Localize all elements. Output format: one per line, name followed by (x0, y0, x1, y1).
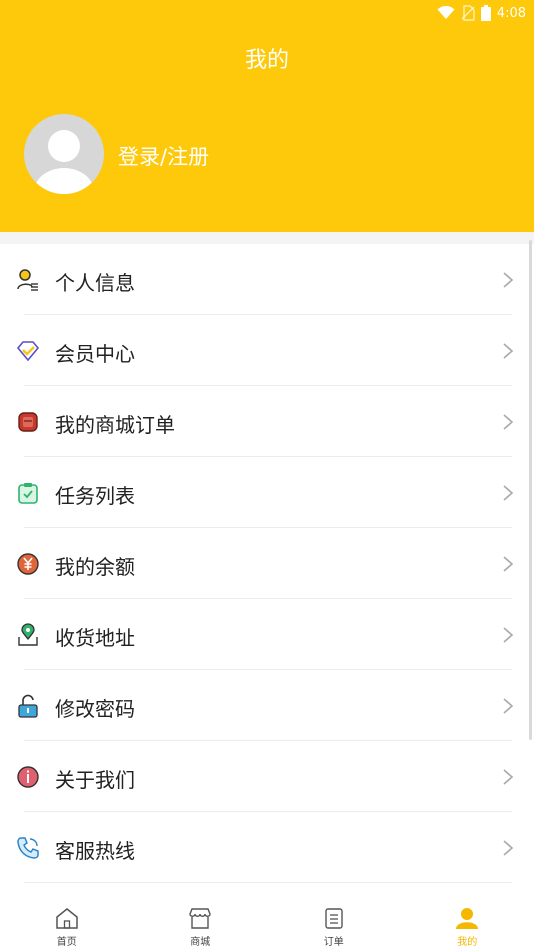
menu-item-about-us[interactable]: 关于我们 (0, 741, 534, 812)
menu-item-personal-info[interactable]: 个人信息 (0, 244, 534, 315)
chevron-right-icon (503, 840, 514, 856)
bottom-tab-bar: 首页 商城 订单 我的 (0, 900, 534, 951)
menu-item-balance[interactable]: 我的余额 (0, 528, 534, 599)
info-circle-icon (17, 766, 39, 788)
menu-item-mall-orders[interactable]: 我的商城订单 (0, 386, 534, 457)
unlock-icon (18, 694, 38, 718)
default-avatar-icon (34, 130, 94, 194)
tab-profile[interactable]: 我的 (401, 900, 534, 951)
menu-item-label: 会员中心 (55, 342, 135, 366)
menu-item-label: 个人信息 (55, 271, 135, 295)
menu-item-task-list[interactable]: 任务列表 (0, 457, 534, 528)
diamond-icon (16, 341, 40, 362)
tab-label: 订单 (323, 937, 344, 948)
menu-item-change-password[interactable]: 修改密码 (0, 670, 534, 741)
tab-store[interactable]: 商城 (134, 900, 268, 951)
chevron-right-icon (503, 627, 514, 643)
tab-label: 商城 (190, 937, 211, 948)
chevron-right-icon (503, 769, 514, 785)
battery-icon (480, 5, 491, 21)
menu-item-label: 客服热线 (55, 839, 135, 863)
chevron-right-icon (503, 272, 514, 288)
store-icon (189, 908, 211, 929)
menu-item-label: 修改密码 (55, 697, 135, 721)
order-icon (325, 908, 343, 929)
person-info-icon (17, 269, 38, 291)
task-clipboard-icon (18, 483, 38, 504)
order-bag-icon (18, 412, 38, 432)
divider (24, 882, 512, 883)
location-pin-icon (18, 623, 38, 646)
wifi-icon (437, 6, 455, 19)
chevron-right-icon (503, 414, 514, 430)
menu-item-member-center[interactable]: 会员中心 (0, 315, 534, 386)
status-time: 4:08 (496, 5, 526, 21)
tab-orders[interactable]: 订单 (267, 900, 401, 951)
profile-icon (456, 908, 479, 929)
menu-item-label: 我的商城订单 (55, 413, 175, 437)
login-register-link[interactable]: 登录/注册 (118, 141, 209, 171)
section-gap (0, 232, 534, 244)
chevron-right-icon (503, 485, 514, 501)
chevron-right-icon (503, 556, 514, 572)
chevron-right-icon (503, 698, 514, 714)
menu-item-label: 收货地址 (55, 626, 135, 650)
menu-list: 个人信息 会员中心 我的商城订单 任务列表 我的余额 收货地址 修改密码 关于我… (0, 244, 534, 883)
no-sim-icon (461, 5, 475, 21)
page-title: 我的 (244, 48, 289, 73)
scrollbar[interactable] (529, 240, 532, 740)
yen-coin-icon (17, 553, 39, 575)
menu-item-shipping-address[interactable]: 收货地址 (0, 599, 534, 670)
home-icon (56, 908, 78, 929)
menu-item-label: 关于我们 (55, 768, 135, 792)
menu-item-label: 我的余额 (55, 555, 135, 579)
avatar[interactable] (24, 114, 104, 194)
tab-label: 首页 (56, 937, 77, 948)
menu-item-label: 任务列表 (55, 484, 135, 508)
profile-header: 4:08 我的 登录/注册 (0, 0, 534, 232)
status-bar: 4:08 (437, 4, 526, 22)
tab-label: 我的 (457, 937, 478, 948)
menu-item-customer-hotline[interactable]: 客服热线 (0, 812, 534, 883)
chevron-right-icon (503, 343, 514, 359)
tab-home[interactable]: 首页 (0, 900, 134, 951)
phone-icon (17, 837, 39, 859)
